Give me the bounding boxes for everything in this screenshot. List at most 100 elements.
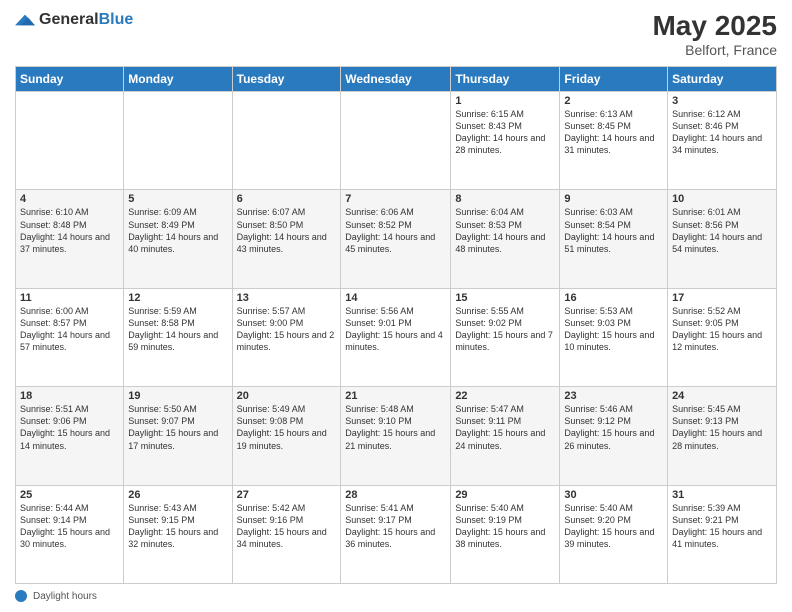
calendar-cell: 30Sunrise: 5:40 AM Sunset: 9:20 PM Dayli… xyxy=(560,485,668,583)
calendar-cell xyxy=(341,92,451,190)
calendar-cell: 9Sunrise: 6:03 AM Sunset: 8:54 PM Daylig… xyxy=(560,190,668,288)
calendar-cell xyxy=(124,92,232,190)
footer: Daylight hours xyxy=(15,590,777,602)
cell-info: Sunrise: 5:40 AM Sunset: 9:19 PM Dayligh… xyxy=(455,502,555,551)
location: Belfort, France xyxy=(652,42,777,58)
day-number: 16 xyxy=(564,292,663,304)
calendar-day-header: Tuesday xyxy=(232,67,341,92)
cell-info: Sunrise: 6:04 AM Sunset: 8:53 PM Dayligh… xyxy=(455,206,555,255)
calendar-cell: 1Sunrise: 6:15 AM Sunset: 8:43 PM Daylig… xyxy=(451,92,560,190)
calendar-cell: 28Sunrise: 5:41 AM Sunset: 9:17 PM Dayli… xyxy=(341,485,451,583)
cell-info: Sunrise: 5:51 AM Sunset: 9:06 PM Dayligh… xyxy=(20,403,119,452)
calendar-cell: 20Sunrise: 5:49 AM Sunset: 9:08 PM Dayli… xyxy=(232,387,341,485)
calendar-table: SundayMondayTuesdayWednesdayThursdayFrid… xyxy=(15,66,777,584)
calendar-cell: 29Sunrise: 5:40 AM Sunset: 9:19 PM Dayli… xyxy=(451,485,560,583)
calendar-cell xyxy=(232,92,341,190)
day-number: 31 xyxy=(672,489,772,501)
calendar-cell: 23Sunrise: 5:46 AM Sunset: 9:12 PM Dayli… xyxy=(560,387,668,485)
cell-info: Sunrise: 5:45 AM Sunset: 9:13 PM Dayligh… xyxy=(672,403,772,452)
day-number: 22 xyxy=(455,390,555,402)
day-number: 12 xyxy=(128,292,227,304)
cell-info: Sunrise: 6:15 AM Sunset: 8:43 PM Dayligh… xyxy=(455,108,555,157)
calendar-day-header: Sunday xyxy=(16,67,124,92)
day-number: 10 xyxy=(672,193,772,205)
cell-info: Sunrise: 5:46 AM Sunset: 9:12 PM Dayligh… xyxy=(564,403,663,452)
cell-info: Sunrise: 5:56 AM Sunset: 9:01 PM Dayligh… xyxy=(345,305,446,354)
calendar-week-row: 25Sunrise: 5:44 AM Sunset: 9:14 PM Dayli… xyxy=(16,485,777,583)
day-number: 19 xyxy=(128,390,227,402)
calendar-day-header: Friday xyxy=(560,67,668,92)
day-number: 14 xyxy=(345,292,446,304)
calendar-cell xyxy=(16,92,124,190)
calendar-cell: 12Sunrise: 5:59 AM Sunset: 8:58 PM Dayli… xyxy=(124,288,232,386)
cell-info: Sunrise: 6:13 AM Sunset: 8:45 PM Dayligh… xyxy=(564,108,663,157)
day-number: 7 xyxy=(345,193,446,205)
day-number: 27 xyxy=(237,489,337,501)
calendar-cell: 4Sunrise: 6:10 AM Sunset: 8:48 PM Daylig… xyxy=(16,190,124,288)
calendar-cell: 31Sunrise: 5:39 AM Sunset: 9:21 PM Dayli… xyxy=(668,485,777,583)
logo-icon xyxy=(15,10,35,30)
cell-info: Sunrise: 6:10 AM Sunset: 8:48 PM Dayligh… xyxy=(20,206,119,255)
day-number: 8 xyxy=(455,193,555,205)
calendar-cell: 15Sunrise: 5:55 AM Sunset: 9:02 PM Dayli… xyxy=(451,288,560,386)
day-number: 9 xyxy=(564,193,663,205)
cell-info: Sunrise: 5:41 AM Sunset: 9:17 PM Dayligh… xyxy=(345,502,446,551)
calendar-cell: 21Sunrise: 5:48 AM Sunset: 9:10 PM Dayli… xyxy=(341,387,451,485)
day-number: 21 xyxy=(345,390,446,402)
calendar-cell: 17Sunrise: 5:52 AM Sunset: 9:05 PM Dayli… xyxy=(668,288,777,386)
day-number: 23 xyxy=(564,390,663,402)
day-number: 1 xyxy=(455,95,555,107)
cell-info: Sunrise: 5:49 AM Sunset: 9:08 PM Dayligh… xyxy=(237,403,337,452)
day-number: 20 xyxy=(237,390,337,402)
calendar-cell: 2Sunrise: 6:13 AM Sunset: 8:45 PM Daylig… xyxy=(560,92,668,190)
day-number: 11 xyxy=(20,292,119,304)
calendar-cell: 24Sunrise: 5:45 AM Sunset: 9:13 PM Dayli… xyxy=(668,387,777,485)
day-number: 4 xyxy=(20,193,119,205)
calendar-cell: 25Sunrise: 5:44 AM Sunset: 9:14 PM Dayli… xyxy=(16,485,124,583)
logo-general-text: GeneralBlue xyxy=(39,11,133,29)
cell-info: Sunrise: 5:39 AM Sunset: 9:21 PM Dayligh… xyxy=(672,502,772,551)
cell-info: Sunrise: 6:12 AM Sunset: 8:46 PM Dayligh… xyxy=(672,108,772,157)
day-number: 17 xyxy=(672,292,772,304)
day-number: 6 xyxy=(237,193,337,205)
daylight-dot xyxy=(15,590,27,602)
calendar-cell: 3Sunrise: 6:12 AM Sunset: 8:46 PM Daylig… xyxy=(668,92,777,190)
calendar-cell: 11Sunrise: 6:00 AM Sunset: 8:57 PM Dayli… xyxy=(16,288,124,386)
day-number: 2 xyxy=(564,95,663,107)
day-number: 25 xyxy=(20,489,119,501)
calendar-week-row: 4Sunrise: 6:10 AM Sunset: 8:48 PM Daylig… xyxy=(16,190,777,288)
cell-info: Sunrise: 6:03 AM Sunset: 8:54 PM Dayligh… xyxy=(564,206,663,255)
calendar-cell: 5Sunrise: 6:09 AM Sunset: 8:49 PM Daylig… xyxy=(124,190,232,288)
cell-info: Sunrise: 5:59 AM Sunset: 8:58 PM Dayligh… xyxy=(128,305,227,354)
cell-info: Sunrise: 6:09 AM Sunset: 8:49 PM Dayligh… xyxy=(128,206,227,255)
calendar-header-row: SundayMondayTuesdayWednesdayThursdayFrid… xyxy=(16,67,777,92)
day-number: 28 xyxy=(345,489,446,501)
day-number: 30 xyxy=(564,489,663,501)
calendar-week-row: 18Sunrise: 5:51 AM Sunset: 9:06 PM Dayli… xyxy=(16,387,777,485)
calendar-cell: 8Sunrise: 6:04 AM Sunset: 8:53 PM Daylig… xyxy=(451,190,560,288)
cell-info: Sunrise: 5:40 AM Sunset: 9:20 PM Dayligh… xyxy=(564,502,663,551)
header: GeneralBlue May 2025 Belfort, France xyxy=(15,10,777,58)
cell-info: Sunrise: 6:07 AM Sunset: 8:50 PM Dayligh… xyxy=(237,206,337,255)
calendar-cell: 18Sunrise: 5:51 AM Sunset: 9:06 PM Dayli… xyxy=(16,387,124,485)
day-number: 15 xyxy=(455,292,555,304)
cell-info: Sunrise: 5:57 AM Sunset: 9:00 PM Dayligh… xyxy=(237,305,337,354)
cell-info: Sunrise: 5:44 AM Sunset: 9:14 PM Dayligh… xyxy=(20,502,119,551)
cell-info: Sunrise: 5:50 AM Sunset: 9:07 PM Dayligh… xyxy=(128,403,227,452)
day-number: 26 xyxy=(128,489,227,501)
day-number: 5 xyxy=(128,193,227,205)
cell-info: Sunrise: 5:42 AM Sunset: 9:16 PM Dayligh… xyxy=(237,502,337,551)
calendar-day-header: Monday xyxy=(124,67,232,92)
calendar-cell: 19Sunrise: 5:50 AM Sunset: 9:07 PM Dayli… xyxy=(124,387,232,485)
day-number: 24 xyxy=(672,390,772,402)
day-number: 13 xyxy=(237,292,337,304)
daylight-hours-label: Daylight hours xyxy=(33,591,97,602)
calendar-cell: 26Sunrise: 5:43 AM Sunset: 9:15 PM Dayli… xyxy=(124,485,232,583)
cell-info: Sunrise: 6:06 AM Sunset: 8:52 PM Dayligh… xyxy=(345,206,446,255)
title-block: May 2025 Belfort, France xyxy=(652,10,777,58)
page: GeneralBlue May 2025 Belfort, France Sun… xyxy=(0,0,792,612)
calendar-cell: 13Sunrise: 5:57 AM Sunset: 9:00 PM Dayli… xyxy=(232,288,341,386)
calendar-day-header: Thursday xyxy=(451,67,560,92)
cell-info: Sunrise: 5:52 AM Sunset: 9:05 PM Dayligh… xyxy=(672,305,772,354)
calendar-day-header: Wednesday xyxy=(341,67,451,92)
